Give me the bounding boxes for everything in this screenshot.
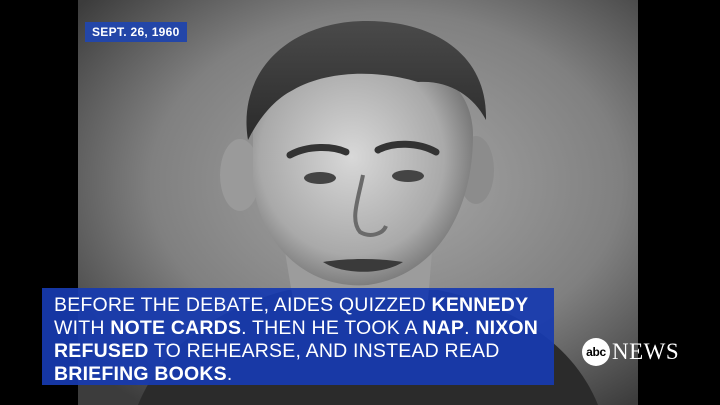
caption-emphasis: NAP [422, 317, 465, 339]
caption-segment: . THEN HE TOOK A [241, 317, 423, 339]
caption-segment: . [226, 363, 233, 385]
caption-segment: . [464, 317, 476, 339]
caption-emphasis: REFUSED [54, 340, 149, 362]
abc-news-logo: abc NEWS [582, 338, 679, 366]
caption-segment: BEFORE THE DEBATE, AIDES QUIZZED [54, 294, 432, 316]
caption-emphasis: KENNEDY [431, 294, 529, 316]
caption-segment: TO REHEARSE, AND INSTEAD READ [148, 340, 500, 362]
caption-emphasis: BRIEFING BOOKS [54, 363, 227, 385]
abc-logo-icon: abc [582, 338, 610, 366]
caption-segment: WITH [54, 317, 111, 339]
caption-emphasis: NOTE CARDS [110, 317, 242, 339]
caption-emphasis: NIXON [475, 317, 539, 339]
news-wordmark: NEWS [612, 339, 680, 364]
caption-text: BEFORE THE DEBATE, AIDES QUIZZED KENNEDY… [54, 294, 538, 385]
caption-box: BEFORE THE DEBATE, AIDES QUIZZED KENNEDY… [42, 288, 554, 385]
date-tag: SEPT. 26, 1960 [85, 22, 187, 42]
